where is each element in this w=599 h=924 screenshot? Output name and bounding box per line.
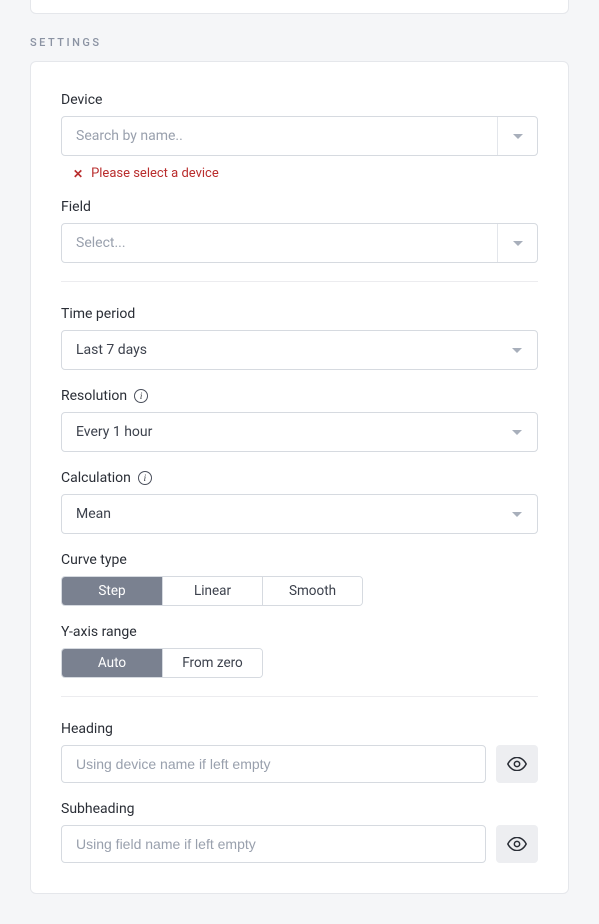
field-select-caret[interactable] <box>497 224 537 262</box>
chevron-down-icon <box>513 134 523 139</box>
section-label: SETTINGS <box>30 36 569 49</box>
resolution-value: Every 1 hour <box>62 424 497 440</box>
y-axis-group: Auto From zero <box>61 648 263 678</box>
time-period-field: Time period Last 7 days <box>61 306 538 370</box>
subheading-input[interactable] <box>61 825 486 863</box>
calculation-value: Mean <box>62 506 497 522</box>
y-axis-auto[interactable]: Auto <box>62 649 162 677</box>
time-period-caret[interactable] <box>497 331 537 369</box>
divider <box>61 696 538 697</box>
field-select-value: Select... <box>62 235 497 251</box>
curve-type-smooth[interactable]: Smooth <box>262 577 362 605</box>
subheading-visibility-toggle[interactable] <box>496 825 538 863</box>
y-axis-label: Y-axis range <box>61 624 538 640</box>
device-error-text: Please select a device <box>91 166 219 181</box>
eye-icon <box>507 837 527 851</box>
time-period-select[interactable]: Last 7 days <box>61 330 538 370</box>
resolution-select[interactable]: Every 1 hour <box>61 412 538 452</box>
field-select[interactable]: Select... <box>61 223 538 263</box>
close-icon: ✕ <box>73 168 83 180</box>
heading-visibility-toggle[interactable] <box>496 745 538 783</box>
divider <box>61 281 538 282</box>
calculation-label-text: Calculation <box>61 470 131 486</box>
device-field: Device Search by name.. ✕ Please select … <box>61 92 538 181</box>
info-icon[interactable]: i <box>134 389 148 403</box>
y-axis-field: Y-axis range Auto From zero <box>61 624 538 678</box>
device-select-caret[interactable] <box>497 117 537 155</box>
curve-type-linear[interactable]: Linear <box>162 577 262 605</box>
calculation-caret[interactable] <box>497 495 537 533</box>
settings-card: Device Search by name.. ✕ Please select … <box>30 61 569 894</box>
heading-input[interactable] <box>61 745 486 783</box>
resolution-label-text: Resolution <box>61 388 127 404</box>
device-select[interactable]: Search by name.. <box>61 116 538 156</box>
resolution-field: Resolution i Every 1 hour <box>61 388 538 452</box>
curve-type-label: Curve type <box>61 552 538 568</box>
heading-label: Heading <box>61 721 538 737</box>
calculation-field: Calculation i Mean <box>61 470 538 534</box>
resolution-caret[interactable] <box>497 413 537 451</box>
chevron-down-icon <box>513 241 523 246</box>
previous-card-edge <box>30 0 569 14</box>
curve-type-field: Curve type Step Linear Smooth <box>61 552 538 606</box>
subheading-field: Subheading <box>61 801 538 863</box>
device-error: ✕ Please select a device <box>61 166 538 181</box>
y-axis-from-zero[interactable]: From zero <box>162 649 262 677</box>
subheading-label: Subheading <box>61 801 538 817</box>
chevron-down-icon <box>512 348 522 353</box>
curve-type-step[interactable]: Step <box>62 577 162 605</box>
info-icon[interactable]: i <box>138 471 152 485</box>
time-period-value: Last 7 days <box>62 342 497 358</box>
chevron-down-icon <box>512 430 522 435</box>
calculation-select[interactable]: Mean <box>61 494 538 534</box>
heading-field: Heading <box>61 721 538 783</box>
device-select-value: Search by name.. <box>62 128 497 144</box>
eye-icon <box>507 757 527 771</box>
time-period-label: Time period <box>61 306 538 322</box>
resolution-label: Resolution i <box>61 388 538 404</box>
curve-type-group: Step Linear Smooth <box>61 576 363 606</box>
chevron-down-icon <box>512 512 522 517</box>
device-label: Device <box>61 92 538 108</box>
field-label: Field <box>61 199 538 215</box>
field-field: Field Select... <box>61 199 538 263</box>
calculation-label: Calculation i <box>61 470 538 486</box>
